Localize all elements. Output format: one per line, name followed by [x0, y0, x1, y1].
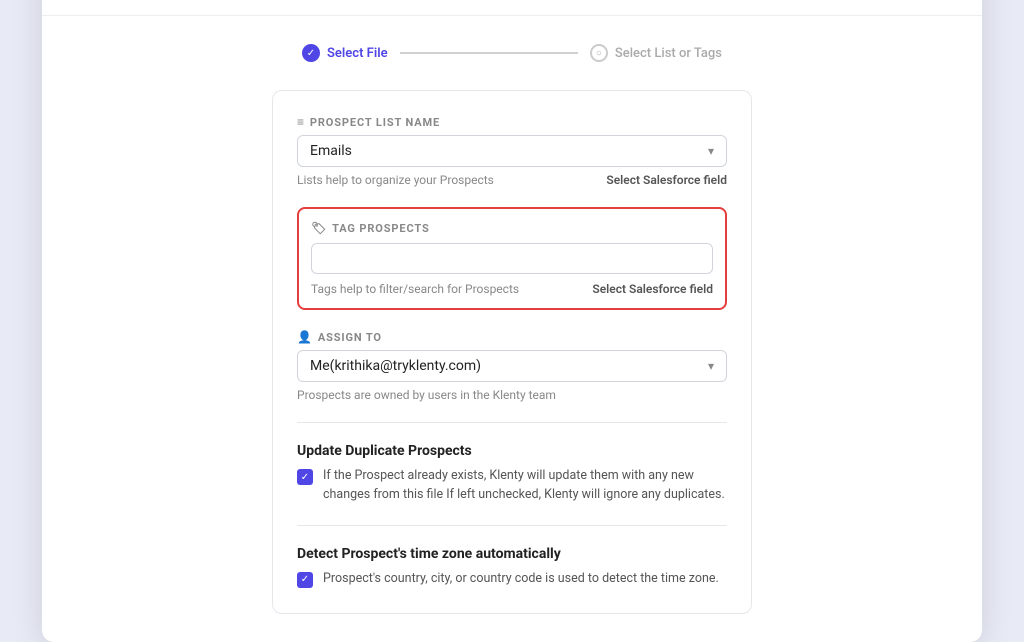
modal-header: ‹ ☁ Import from Salesforce Start Import … [42, 0, 982, 16]
step-2-label: Select List or Tags [615, 46, 722, 61]
tag-prospects-section: 🏷 TAG PROSPECTS Tags help to filter/sear… [297, 207, 727, 310]
detect-timezone-desc: Prospect's country, city, or country cod… [323, 570, 719, 589]
assign-to-section: 👤 ASSIGN TO Me(krithika@tryklenty.com) ▾… [297, 330, 727, 402]
tag-prospects-helper-row: Tags help to filter/search for Prospects… [311, 282, 713, 296]
divider-2 [297, 525, 727, 526]
import-modal: ‹ ☁ Import from Salesforce Start Import … [42, 0, 982, 642]
prospect-list-label-text: PROSPECT LIST NAME [310, 116, 440, 129]
step-select-list: ○ Select List or Tags [590, 44, 722, 62]
prospect-list-select[interactable]: Emails ▾ [297, 135, 727, 167]
step-1-label: Select File [327, 46, 388, 61]
assign-to-label-text: ASSIGN TO [318, 331, 382, 344]
prospect-list-value: Emails [310, 143, 352, 159]
assign-to-chevron-icon: ▾ [708, 359, 714, 373]
form-card: ≡ PROSPECT LIST NAME Emails ▾ Lists help… [272, 90, 752, 613]
assign-to-select[interactable]: Me(krithika@tryklenty.com) ▾ [297, 350, 727, 382]
update-duplicates-desc: If the Prospect already exists, Klenty w… [323, 467, 727, 505]
update-duplicates-title: Update Duplicate Prospects [297, 443, 727, 459]
step-1-circle: ✓ [302, 44, 320, 62]
steps-bar: ✓ Select File ○ Select List or Tags [302, 44, 722, 62]
check-icon-2: ✓ [301, 574, 309, 585]
chevron-down-icon: ▾ [708, 144, 714, 158]
step-divider [400, 52, 578, 54]
tag-prospects-label-text: TAG PROSPECTS [332, 222, 430, 235]
tag-prospects-label: 🏷 TAG PROSPECTS [311, 221, 713, 235]
prospect-list-helper-row: Lists help to organize your Prospects Se… [297, 173, 727, 187]
step-select-file: ✓ Select File [302, 44, 388, 62]
tag-icon: 🏷 [311, 221, 327, 235]
detect-timezone-checkbox[interactable]: ✓ [297, 572, 313, 588]
step-2-circle: ○ [590, 44, 608, 62]
check-icon: ✓ [301, 472, 309, 483]
step-1-check-icon: ✓ [307, 48, 315, 59]
assign-to-label: 👤 ASSIGN TO [297, 330, 727, 344]
tag-prospects-sf-link[interactable]: Select Salesforce field [592, 282, 713, 296]
person-icon: 👤 [297, 330, 313, 344]
tag-prospects-helper-text: Tags help to filter/search for Prospects [311, 282, 519, 296]
update-duplicates-checkbox[interactable]: ✓ [297, 469, 313, 485]
update-duplicates-section: Update Duplicate Prospects ✓ If the Pros… [297, 443, 727, 505]
prospect-list-sf-link[interactable]: Select Salesforce field [606, 173, 727, 187]
step-2-dot-icon: ○ [596, 48, 602, 59]
prospect-list-label: ≡ PROSPECT LIST NAME [297, 115, 727, 129]
list-icon: ≡ [297, 115, 305, 129]
detect-timezone-row: ✓ Prospect's country, city, or country c… [297, 570, 727, 589]
modal-body: ✓ Select File ○ Select List or Tags ≡ PR… [42, 16, 982, 641]
prospect-list-helper-text: Lists help to organize your Prospects [297, 173, 494, 187]
detect-timezone-title: Detect Prospect's time zone automaticall… [297, 546, 727, 562]
detect-timezone-section: Detect Prospect's time zone automaticall… [297, 546, 727, 589]
update-duplicates-row: ✓ If the Prospect already exists, Klenty… [297, 467, 727, 505]
assign-to-helper-text: Prospects are owned by users in the Klen… [297, 388, 727, 402]
tag-prospects-input[interactable] [311, 243, 713, 274]
prospect-list-section: ≡ PROSPECT LIST NAME Emails ▾ Lists help… [297, 115, 727, 187]
divider-1 [297, 422, 727, 423]
assign-to-value: Me(krithika@tryklenty.com) [310, 358, 481, 374]
